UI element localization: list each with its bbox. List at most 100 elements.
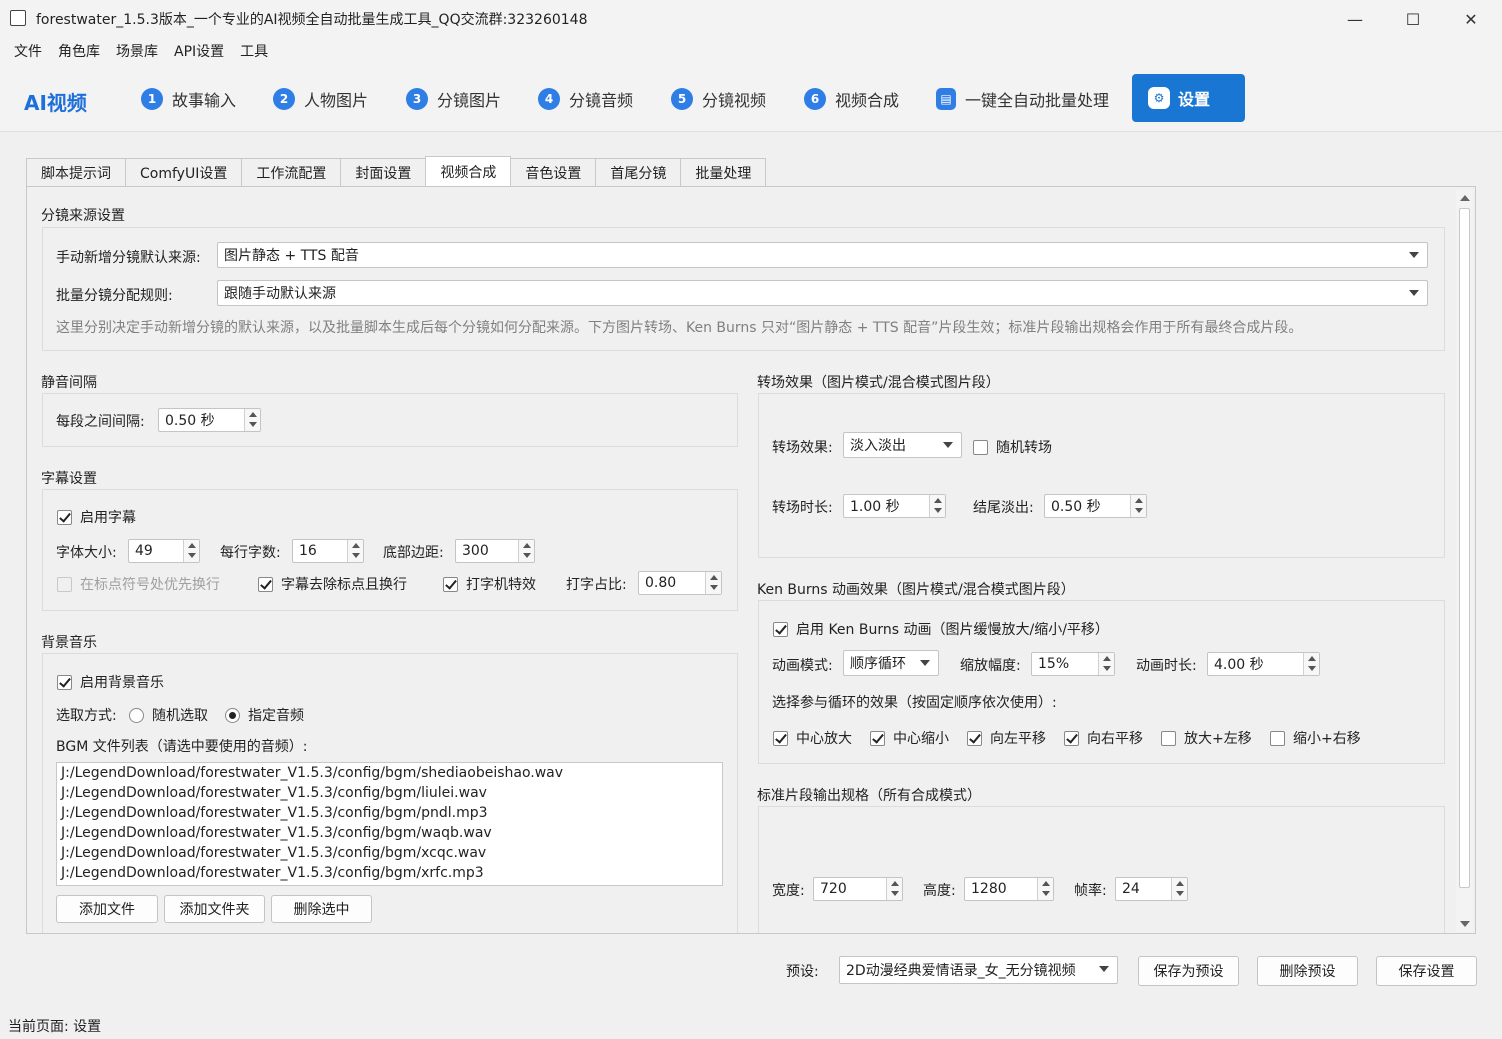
spin-arrows-icon[interactable] — [1303, 653, 1319, 675]
spin-arrows-icon[interactable] — [347, 540, 363, 562]
tab-workflow[interactable]: 工作流配置 — [241, 158, 342, 187]
type-ratio-spinbox[interactable]: 0.80 — [638, 571, 722, 595]
menu-api-settings[interactable]: API设置 — [166, 41, 232, 61]
remove-punct-checkbox[interactable]: 字幕去除标点且换行 — [258, 574, 407, 594]
fps-spinbox[interactable]: 24 — [1115, 877, 1188, 901]
kenburns-duration-spinbox[interactable]: 4.00 秒 — [1207, 652, 1320, 676]
effect-zoom-in-left-checkbox[interactable]: 放大+左移 — [1161, 728, 1252, 748]
minimize-button[interactable]: — — [1326, 0, 1384, 38]
delete-selected-button[interactable]: 删除选中 — [271, 895, 372, 923]
menu-characters[interactable]: 角色库 — [50, 41, 108, 61]
bgm-specified-radio[interactable]: 指定音频 — [225, 705, 304, 725]
nav-step-storyboard-video[interactable]: 5 分镜视频 — [671, 87, 766, 111]
transition-effect-label: 转场效果: — [772, 440, 833, 456]
radio-selected-icon — [225, 707, 240, 723]
transition-duration-spinbox[interactable]: 1.00 秒 — [843, 494, 946, 518]
list-item[interactable]: J:/LegendDownload/forestwater_V1.5.3/con… — [57, 823, 722, 843]
list-item[interactable]: J:/LegendDownload/forestwater_V1.5.3/con… — [57, 783, 722, 803]
bgm-file-list[interactable]: J:/LegendDownload/forestwater_V1.5.3/con… — [56, 762, 723, 886]
list-item[interactable]: J:/LegendDownload/forestwater_V1.5.3/con… — [57, 803, 722, 823]
scroll-down-icon[interactable] — [1460, 921, 1470, 927]
save-settings-button[interactable]: 保存设置 — [1376, 956, 1477, 986]
tab-script-prompt[interactable]: 脚本提示词 — [26, 158, 126, 187]
nav-step-storyboard-audio[interactable]: 4 分镜音频 — [538, 87, 633, 111]
remove-punct-label: 字幕去除标点且换行 — [281, 577, 407, 593]
tab-video-compose[interactable]: 视频合成 — [425, 156, 512, 187]
enable-subtitle-checkbox[interactable]: 启用字幕 — [57, 507, 136, 527]
silence-interval-spinbox[interactable]: 0.50 秒 — [158, 408, 261, 432]
nav-step-batch-auto[interactable]: ▤ 一键全自动批量处理 — [936, 87, 1109, 111]
menu-file[interactable]: 文件 — [6, 41, 50, 61]
delete-preset-button[interactable]: 删除预设 — [1257, 956, 1358, 986]
effect-center-zoom-out-checkbox[interactable]: 中心缩小 — [870, 728, 949, 748]
tab-voice[interactable]: 音色设置 — [510, 158, 597, 187]
manual-source-select[interactable]: 图片静态 + TTS 配音 — [217, 242, 1428, 268]
typewriter-checkbox[interactable]: 打字机特效 — [443, 574, 536, 594]
scroll-up-icon[interactable] — [1460, 195, 1470, 201]
zoom-spinbox[interactable]: 15% — [1031, 652, 1115, 676]
spin-arrows-icon[interactable] — [705, 572, 721, 594]
nav-step-character-images[interactable]: 2 人物图片 — [273, 87, 368, 111]
width-spinbox[interactable]: 720 — [813, 877, 903, 901]
tab-cover[interactable]: 封面设置 — [340, 158, 427, 187]
nav-step-story-input[interactable]: 1 故事输入 — [141, 87, 236, 111]
font-size-spinbox[interactable]: 49 — [128, 539, 200, 563]
tab-batch[interactable]: 批量处理 — [680, 158, 767, 187]
transition-effect-select[interactable]: 淡入淡出 — [843, 432, 962, 458]
output-group — [758, 806, 1445, 933]
nav-step-label: 人物图片 — [304, 91, 369, 110]
effect-pan-left-checkbox[interactable]: 向左平移 — [967, 728, 1046, 748]
nav-step-storyboard-images[interactable]: 3 分镜图片 — [406, 87, 501, 111]
source-hint: 这里分别决定手动新增分镜的默认来源，以及批量脚本生成后每个分镜如何分配来源。下方… — [56, 320, 1303, 336]
panel-scrollbar[interactable] — [1456, 190, 1473, 932]
list-item[interactable]: J:/LegendDownload/forestwater_V1.5.3/con… — [57, 763, 722, 783]
random-transition-checkbox[interactable]: 随机转场 — [973, 437, 1052, 457]
punct-break-checkbox[interactable]: 在标点符号处优先换行 — [57, 574, 220, 594]
list-item[interactable]: J:/LegendDownload/forestwater_V1.5.3/con… — [57, 843, 722, 863]
chevron-down-icon — [1409, 252, 1419, 258]
menu-tools[interactable]: 工具 — [232, 41, 276, 61]
maximize-button[interactable]: ☐ — [1384, 0, 1442, 38]
spin-arrows-icon[interactable] — [1171, 878, 1187, 900]
font-size-label: 字体大小: — [56, 545, 117, 561]
bottom-margin-spinbox[interactable]: 300 — [455, 539, 535, 563]
spin-arrows-icon[interactable] — [929, 495, 945, 517]
spin-arrows-icon[interactable] — [1037, 878, 1053, 900]
spin-arrows-icon[interactable] — [1130, 495, 1146, 517]
close-button[interactable]: ✕ — [1442, 0, 1500, 38]
add-file-button[interactable]: 添加文件 — [56, 895, 158, 923]
spin-arrows-icon[interactable] — [244, 409, 260, 431]
bgm-random-radio[interactable]: 随机选取 — [129, 705, 208, 725]
spin-arrows-icon[interactable] — [183, 540, 199, 562]
spin-arrows-icon[interactable] — [1098, 653, 1114, 675]
scrollbar-thumb[interactable] — [1459, 208, 1470, 888]
step-number-icon: 5 — [671, 88, 693, 110]
effect-center-zoom-in-checkbox[interactable]: 中心放大 — [773, 728, 852, 748]
spin-arrows-icon[interactable] — [518, 540, 534, 562]
effect-pan-right-checkbox[interactable]: 向右平移 — [1064, 728, 1143, 748]
batch-rule-select[interactable]: 跟随手动默认来源 — [217, 280, 1428, 306]
kenburns-mode-value: 顺序循环 — [850, 656, 906, 672]
fadeout-spinbox[interactable]: 0.50 秒 — [1044, 494, 1147, 518]
height-spinbox[interactable]: 1280 — [964, 877, 1054, 901]
list-item[interactable]: J:/LegendDownload/forestwater_V1.5.3/con… — [57, 863, 722, 883]
nav-step-video-compose[interactable]: 6 视频合成 — [804, 87, 899, 111]
add-folder-button[interactable]: 添加文件夹 — [164, 895, 265, 923]
nav-settings-button[interactable]: ⚙ 设置 — [1132, 74, 1245, 122]
preset-select[interactable]: 2D动漫经典爱情语录_女_无分镜视频 — [839, 956, 1118, 984]
zoom-label: 缩放幅度: — [960, 658, 1021, 674]
checkbox-checked-icon — [258, 576, 273, 592]
settings-tabs: 脚本提示词 ComfyUI设置 工作流配置 封面设置 视频合成 音色设置 首尾分… — [26, 156, 767, 187]
kenburns-mode-select[interactable]: 顺序循环 — [843, 650, 939, 676]
effect-zoom-out-right-checkbox[interactable]: 缩小+右移 — [1270, 728, 1361, 748]
checkbox-unchecked-icon — [973, 439, 988, 455]
tab-head-tail[interactable]: 首尾分镜 — [595, 158, 682, 187]
menu-scenes[interactable]: 场景库 — [108, 41, 166, 61]
enable-bgm-checkbox[interactable]: 启用背景音乐 — [57, 672, 164, 692]
enable-kenburns-checkbox[interactable]: 启用 Ken Burns 动画（图片缓慢放大/缩小/平移） — [773, 619, 1109, 639]
save-preset-button[interactable]: 保存为预设 — [1138, 956, 1239, 986]
spin-arrows-icon[interactable] — [886, 878, 902, 900]
tab-comfyui[interactable]: ComfyUI设置 — [125, 158, 243, 187]
fps-value: 24 — [1122, 881, 1140, 897]
chars-per-line-spinbox[interactable]: 16 — [292, 539, 364, 563]
